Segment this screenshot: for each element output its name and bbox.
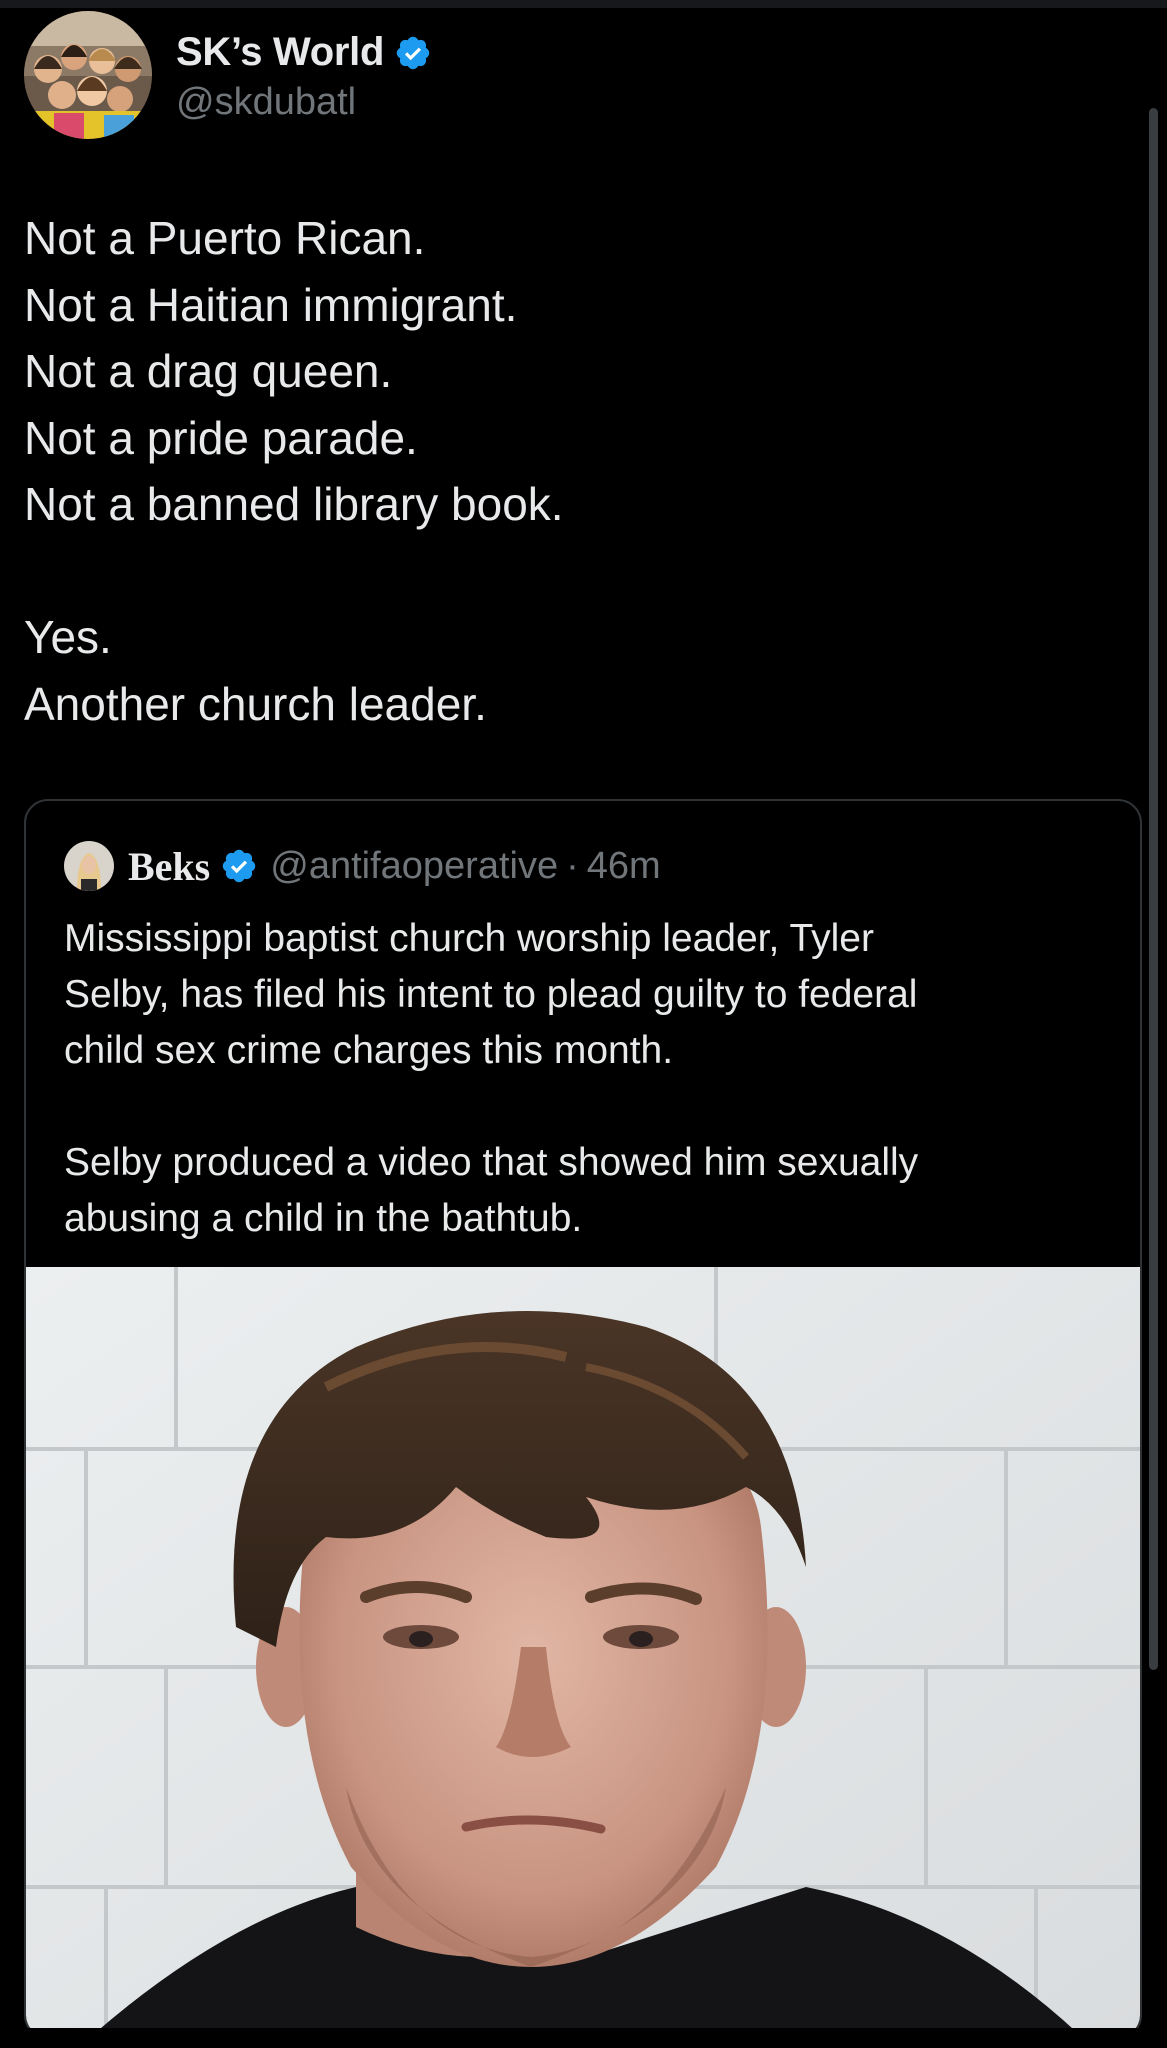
quoted-tweet-card[interactable]: Beks @antifaoperative · 46m Mississippi … <box>24 799 1142 2039</box>
bottom-edge <box>0 2028 1167 2048</box>
tweet-header: SK’s World @skdubatl <box>24 10 432 140</box>
author-handle[interactable]: @skdubatl <box>176 81 432 124</box>
tweet-line: Not a Puerto Rican. <box>24 212 426 264</box>
tweet-line: Another church leader. <box>24 677 487 730</box>
tweet-line: Yes. <box>24 611 112 663</box>
author-avatar[interactable] <box>24 11 152 139</box>
tweet-line: Not a Haitian immigrant. <box>24 278 518 331</box>
quoted-author-handle[interactable]: @antifaoperative <box>270 845 558 888</box>
status-strip <box>0 0 1167 8</box>
name-row: SK’s World <box>176 27 432 79</box>
tweet-line: Not a pride parade. <box>24 411 418 464</box>
mugshot-photo-icon <box>26 1267 1140 2037</box>
quoted-line: Selby, has filed his intent to plead gui… <box>64 973 918 1016</box>
quoted-line: Mississippi baptist church worship leade… <box>64 917 874 960</box>
author-names: SK’s World @skdubatl <box>176 27 432 124</box>
quoted-author-name[interactable]: Beks <box>128 843 210 890</box>
separator-dot: · <box>566 844 579 887</box>
tweet-text: Not a Puerto Rican. Not a Haitian immigr… <box>24 205 1134 737</box>
author-display-name[interactable]: SK’s World <box>176 30 384 75</box>
tweet-line: Not a drag queen. <box>24 345 393 397</box>
group-selfie-avatar-icon <box>24 11 152 139</box>
quoted-avatar-icon <box>64 841 114 891</box>
verified-badge-icon <box>220 847 258 885</box>
quoted-tweet-header: Beks @antifaoperative · 46m <box>64 839 661 893</box>
quoted-tweet-text: Mississippi baptist church worship leade… <box>64 911 1114 1247</box>
quoted-tweet-time[interactable]: 46m <box>587 845 661 888</box>
quoted-line: child sex crime charges this month. <box>64 1029 674 1072</box>
quoted-author-avatar[interactable] <box>64 841 114 891</box>
quoted-media-photo[interactable] <box>26 1267 1140 2037</box>
scrollbar[interactable] <box>1149 108 1158 1670</box>
verified-badge-icon <box>394 34 432 72</box>
tweet-line: Not a banned library book. <box>24 478 564 530</box>
quoted-line: abusing a child in the bathtub. <box>64 1197 583 1240</box>
quoted-line: Selby produced a video that showed him s… <box>64 1141 919 1184</box>
